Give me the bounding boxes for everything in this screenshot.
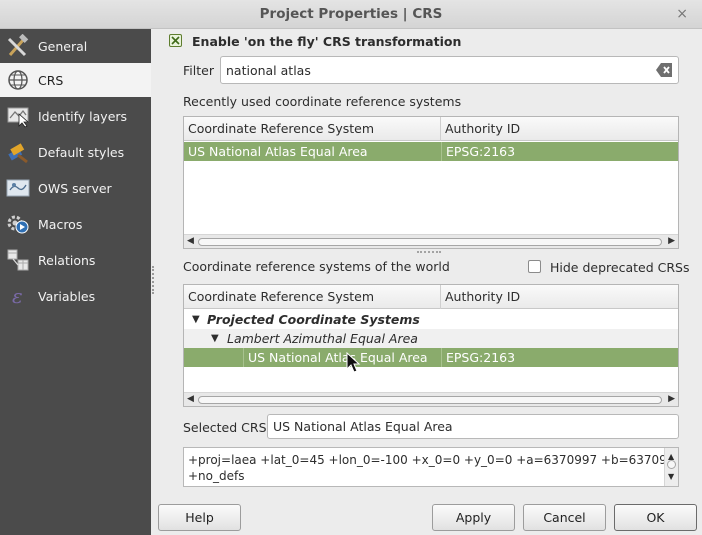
proj-line-1: +proj=laea +lat_0=45 +lon_0=-100 +x_0=0 … (188, 453, 664, 467)
tree-item-row[interactable]: US National Atlas Equal Area EPSG:2163 (184, 348, 678, 367)
expand-arrow-icon[interactable]: ▼ (211, 329, 219, 348)
crs-name-cell: US National Atlas Equal Area (188, 144, 368, 159)
sidebar-item-relations[interactable]: Relations (0, 243, 151, 277)
tree-group-label: Projected Coordinate Systems (207, 312, 420, 327)
sidebar-item-crs[interactable]: CRS (0, 63, 151, 97)
ok-button[interactable]: OK (614, 504, 697, 531)
expand-arrow-icon[interactable]: ▼ (192, 310, 200, 329)
macros-gear-icon (5, 212, 31, 236)
sidebar-item-label: Variables (38, 288, 96, 304)
sidebar-item-general[interactable]: General (0, 29, 151, 63)
sidebar-item-variables[interactable]: ε Variables (0, 279, 151, 313)
sidebar-item-ows-server[interactable]: OWS server (0, 171, 151, 205)
relations-table-icon (5, 248, 31, 272)
sidebar-item-identify-layers[interactable]: Identify layers (0, 99, 151, 133)
world-crs-tree-header: Coordinate Reference System Authority ID (184, 285, 678, 309)
proj-definition-text[interactable]: +proj=laea +lat_0=45 +lon_0=-100 +x_0=0 … (183, 447, 679, 487)
column-header-crs[interactable]: Coordinate Reference System (184, 117, 441, 141)
proj-vertical-scrollbar[interactable]: ▲ ▼ (664, 448, 678, 486)
selected-crs-value: US National Atlas Equal Area (273, 419, 453, 434)
recent-crs-table: Coordinate Reference System Authority ID… (183, 116, 679, 249)
globe-icon (5, 68, 31, 92)
sidebar-item-label: Relations (38, 252, 96, 268)
sidebar-item-label: OWS server (38, 180, 112, 196)
proj-line-2: +no_defs (188, 469, 245, 483)
scroll-right-icon[interactable]: ▶ (668, 394, 675, 404)
scroll-down-icon[interactable]: ▼ (668, 469, 674, 485)
mouse-cursor-icon (346, 352, 361, 373)
cancel-button[interactable]: Cancel (523, 504, 606, 531)
sidebar-item-macros[interactable]: Macros (0, 207, 151, 241)
sidebar-item-default-styles[interactable]: Default styles (0, 135, 151, 169)
scrollbar-thumb[interactable] (198, 396, 662, 404)
ows-map-icon (5, 176, 31, 200)
crs-name-cell: US National Atlas Equal Area (243, 348, 428, 367)
recent-crs-table-header: Coordinate Reference System Authority ID (184, 117, 678, 141)
world-crs-tree: Coordinate Reference System Authority ID… (183, 284, 679, 407)
paint-brush-icon (5, 140, 31, 164)
window-title: Project Properties | CRS (259, 6, 443, 22)
clear-filter-icon[interactable] (656, 62, 673, 81)
scrollbar-thumb[interactable] (667, 460, 676, 469)
sidebar-item-label: Default styles (38, 144, 125, 160)
table-splitter-handle[interactable] (417, 251, 441, 254)
sidebar-item-label: Identify layers (38, 108, 128, 124)
enable-otf-label: Enable 'on the fly' CRS transformation (192, 34, 462, 49)
selected-crs-field: US National Atlas Equal Area (267, 414, 679, 439)
filter-input[interactable]: national atlas (220, 56, 679, 84)
identify-layers-icon (5, 104, 31, 128)
column-header-authority[interactable]: Authority ID (441, 285, 678, 309)
authority-id-cell: EPSG:2163 (441, 348, 515, 367)
tree-subgroup-row[interactable]: ▼ Lambert Azimuthal Equal Area (184, 329, 678, 348)
recent-crs-label: Recently used coordinate reference syste… (183, 94, 462, 109)
close-icon[interactable]: × (676, 0, 688, 29)
column-header-crs[interactable]: Coordinate Reference System (184, 285, 441, 309)
hide-deprecated-label: Hide deprecated CRSs (550, 260, 690, 275)
sidebar-item-label: CRS (38, 72, 64, 88)
hide-deprecated-checkbox[interactable] (528, 260, 541, 273)
crs-panel: Enable 'on the fly' CRS transformation F… (151, 29, 702, 535)
tree-group-row[interactable]: ▼ Projected Coordinate Systems (184, 310, 678, 329)
world-tree-horizontal-scrollbar[interactable]: ◀ ▶ (184, 392, 678, 406)
sidebar-item-label: Macros (38, 216, 83, 232)
scroll-left-icon[interactable]: ◀ (187, 394, 194, 404)
sidebar: General CRS Identify layers Default styl… (0, 29, 151, 535)
sidebar-item-label: General (38, 38, 88, 54)
svg-text:ε: ε (12, 284, 23, 308)
filter-label: Filter (183, 63, 214, 78)
title-bar: Project Properties | CRS × (0, 0, 702, 29)
selected-crs-label: Selected CRS: (183, 420, 271, 435)
enable-otf-checkbox[interactable] (169, 34, 182, 47)
scroll-right-icon[interactable]: ▶ (668, 236, 675, 246)
filter-input-value: national atlas (226, 62, 311, 78)
tree-subgroup-label: Lambert Azimuthal Equal Area (227, 331, 418, 346)
tools-icon (5, 34, 31, 58)
apply-button[interactable]: Apply (432, 504, 515, 531)
check-mark-icon (171, 36, 180, 45)
authority-id-cell: EPSG:2163 (441, 142, 515, 161)
scroll-left-icon[interactable]: ◀ (187, 236, 194, 246)
table-row[interactable]: US National Atlas Equal Area EPSG:2163 (184, 142, 678, 161)
column-header-authority[interactable]: Authority ID (441, 117, 678, 141)
recent-table-horizontal-scrollbar[interactable]: ◀ ▶ (184, 234, 678, 248)
help-button[interactable]: Help (158, 504, 241, 531)
variables-epsilon-icon: ε (5, 284, 31, 308)
scrollbar-thumb[interactable] (198, 238, 662, 246)
world-crs-label: Coordinate reference systems of the worl… (183, 259, 450, 274)
